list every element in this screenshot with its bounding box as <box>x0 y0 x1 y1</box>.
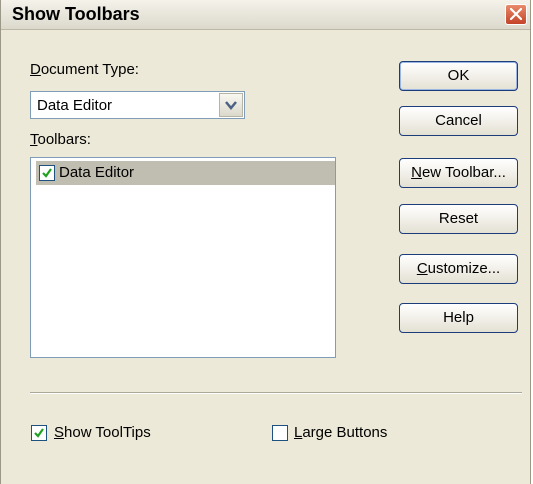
checkmark-icon <box>42 168 52 178</box>
document-type-select[interactable]: Data Editor <box>30 91 245 119</box>
list-item-checkbox[interactable] <box>39 165 55 181</box>
close-icon <box>510 8 522 20</box>
title-bar[interactable]: Show Toolbars <box>1 0 530 30</box>
customize-button[interactable]: Customize... <box>399 254 518 284</box>
window-title: Show Toolbars <box>12 4 140 24</box>
ok-button[interactable]: OK <box>399 61 518 91</box>
cancel-button[interactable]: Cancel <box>399 106 518 136</box>
list-item[interactable]: Data Editor <box>36 161 335 185</box>
help-button[interactable]: Help <box>399 303 518 333</box>
toolbars-label: Toolbars: <box>30 131 91 148</box>
show-toolbars-dialog: Show Toolbars Document Type: Data Editor… <box>0 0 531 484</box>
dropdown-button[interactable] <box>219 93 243 117</box>
document-type-value: Data Editor <box>37 97 113 114</box>
separator <box>30 392 522 394</box>
close-button[interactable] <box>505 4 527 25</box>
chevron-down-icon <box>225 101 237 110</box>
list-item-label: Data Editor <box>59 164 135 181</box>
new-toolbar-button[interactable]: New Toolbar... <box>399 158 518 188</box>
show-tooltips-label[interactable]: Show ToolTips <box>54 424 151 441</box>
checkmark-icon <box>34 428 44 438</box>
large-buttons-checkbox[interactable] <box>272 425 288 441</box>
reset-button[interactable]: Reset <box>399 204 518 234</box>
large-buttons-label[interactable]: Large Buttons <box>294 424 387 441</box>
toolbars-list[interactable]: Data Editor <box>30 157 336 358</box>
document-type-label: Document Type: <box>30 61 139 78</box>
show-tooltips-checkbox[interactable] <box>31 425 47 441</box>
